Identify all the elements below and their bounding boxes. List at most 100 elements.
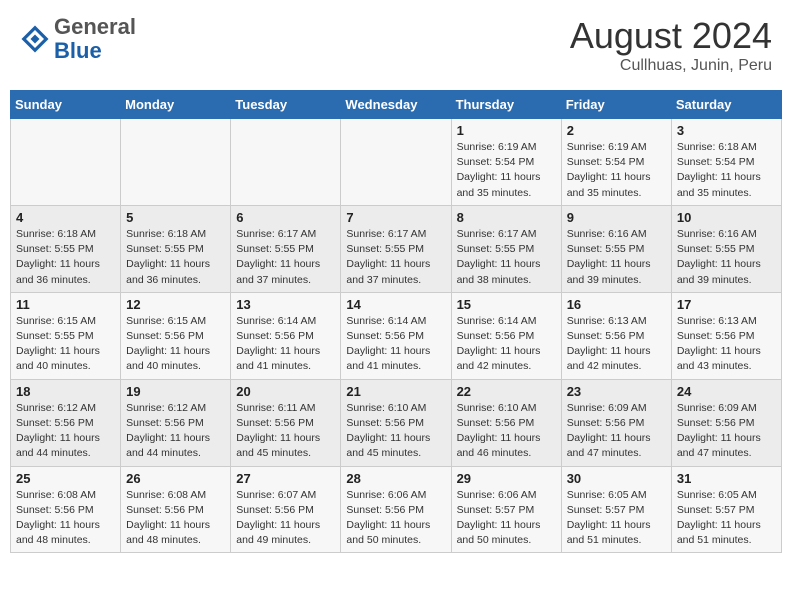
day-info: Sunrise: 6:13 AMSunset: 5:56 PMDaylight:… (677, 314, 776, 375)
day-number: 30 (567, 471, 666, 486)
calendar-week-row: 18 Sunrise: 6:12 AMSunset: 5:56 PMDayligh… (11, 379, 782, 466)
day-info: Sunrise: 6:06 AMSunset: 5:57 PMDaylight:… (457, 488, 556, 549)
calendar-cell: 11 Sunrise: 6:15 AMSunset: 5:55 PMDayligh… (11, 292, 121, 379)
calendar-cell: 4 Sunrise: 6:18 AMSunset: 5:55 PMDaylight… (11, 205, 121, 292)
day-number: 24 (677, 384, 776, 399)
day-info: Sunrise: 6:18 AMSunset: 5:55 PMDaylight:… (16, 227, 115, 288)
day-of-week-header: Tuesday (231, 91, 341, 119)
calendar-cell (341, 119, 451, 206)
day-number: 8 (457, 210, 556, 225)
day-number: 18 (16, 384, 115, 399)
calendar-cell: 3 Sunrise: 6:18 AMSunset: 5:54 PMDaylight… (671, 119, 781, 206)
day-number: 16 (567, 297, 666, 312)
calendar-cell: 24 Sunrise: 6:09 AMSunset: 5:56 PMDayligh… (671, 379, 781, 466)
day-number: 23 (567, 384, 666, 399)
page-header: General Blue August 2024 Cullhuas, Junin… (10, 10, 782, 80)
day-info: Sunrise: 6:17 AMSunset: 5:55 PMDaylight:… (346, 227, 445, 288)
day-number: 17 (677, 297, 776, 312)
day-info: Sunrise: 6:11 AMSunset: 5:56 PMDaylight:… (236, 401, 335, 462)
day-number: 2 (567, 123, 666, 138)
day-info: Sunrise: 6:09 AMSunset: 5:56 PMDaylight:… (677, 401, 776, 462)
calendar-cell: 8 Sunrise: 6:17 AMSunset: 5:55 PMDaylight… (451, 205, 561, 292)
day-info: Sunrise: 6:08 AMSunset: 5:56 PMDaylight:… (16, 488, 115, 549)
day-number: 7 (346, 210, 445, 225)
day-info: Sunrise: 6:16 AMSunset: 5:55 PMDaylight:… (567, 227, 666, 288)
title-section: August 2024 Cullhuas, Junin, Peru (570, 15, 772, 75)
day-number: 25 (16, 471, 115, 486)
calendar-cell: 21Sunrise: 6:10 AMSunset: 5:56 PMDayligh… (341, 379, 451, 466)
calendar-cell: 26Sunrise: 6:08 AMSunset: 5:56 PMDayligh… (121, 466, 231, 553)
day-info: Sunrise: 6:14 AMSunset: 5:56 PMDaylight:… (346, 314, 445, 375)
logo-general: General (54, 14, 136, 39)
day-info: Sunrise: 6:15 AMSunset: 5:56 PMDaylight:… (126, 314, 225, 375)
day-number: 10 (677, 210, 776, 225)
calendar-cell: 31Sunrise: 6:05 AMSunset: 5:57 PMDayligh… (671, 466, 781, 553)
calendar-cell: 7 Sunrise: 6:17 AMSunset: 5:55 PMDaylight… (341, 205, 451, 292)
calendar-cell: 28 Sunrise: 6:06 AMSunset: 5:56 PMDayligh… (341, 466, 451, 553)
calendar-cell: 13 Sunrise: 6:14 AMSunset: 5:56 PMDayligh… (231, 292, 341, 379)
day-number: 27 (236, 471, 335, 486)
day-of-week-header: Sunday (11, 91, 121, 119)
day-number: 28 (346, 471, 445, 486)
calendar-cell: 10 Sunrise: 6:16 AMSunset: 5:55 PMDayligh… (671, 205, 781, 292)
logo-blue: Blue (54, 38, 102, 63)
calendar-cell: 23 Sunrise: 6:09 AMSunset: 5:56 PMDayligh… (561, 379, 671, 466)
day-info: Sunrise: 6:15 AMSunset: 5:55 PMDaylight:… (16, 314, 115, 375)
logo: General Blue (20, 15, 136, 63)
day-info: Sunrise: 6:14 AMSunset: 5:56 PMDaylight:… (236, 314, 335, 375)
calendar-cell: 14 Sunrise: 6:14 AMSunset: 5:56 PMDayligh… (341, 292, 451, 379)
day-info: Sunrise: 6:17 AMSunset: 5:55 PMDaylight:… (457, 227, 556, 288)
calendar-body: 1 Sunrise: 6:19 AMSunset: 5:54 PMDaylight… (11, 119, 782, 553)
calendar-cell (121, 119, 231, 206)
calendar-cell: 9 Sunrise: 6:16 AMSunset: 5:55 PMDaylight… (561, 205, 671, 292)
calendar-cell: 12 Sunrise: 6:15 AMSunset: 5:56 PMDayligh… (121, 292, 231, 379)
calendar-cell: 19Sunrise: 6:12 AMSunset: 5:56 PMDayligh… (121, 379, 231, 466)
day-number: 15 (457, 297, 556, 312)
calendar-cell: 5Sunrise: 6:18 AMSunset: 5:55 PMDaylight… (121, 205, 231, 292)
day-number: 9 (567, 210, 666, 225)
day-of-week-header: Thursday (451, 91, 561, 119)
calendar-cell: 25 Sunrise: 6:08 AMSunset: 5:56 PMDayligh… (11, 466, 121, 553)
calendar-week-row: 1 Sunrise: 6:19 AMSunset: 5:54 PMDaylight… (11, 119, 782, 206)
calendar-cell: 30Sunrise: 6:05 AMSunset: 5:57 PMDayligh… (561, 466, 671, 553)
logo-icon (20, 24, 50, 54)
day-info: Sunrise: 6:19 AMSunset: 5:54 PMDaylight:… (567, 140, 666, 201)
calendar-cell: 17 Sunrise: 6:13 AMSunset: 5:56 PMDayligh… (671, 292, 781, 379)
day-info: Sunrise: 6:07 AMSunset: 5:56 PMDaylight:… (236, 488, 335, 549)
calendar-week-row: 11 Sunrise: 6:15 AMSunset: 5:55 PMDayligh… (11, 292, 782, 379)
calendar-table: SundayMondayTuesdayWednesdayThursdayFrid… (10, 90, 782, 553)
location: Cullhuas, Junin, Peru (570, 57, 772, 75)
calendar-cell: 1 Sunrise: 6:19 AMSunset: 5:54 PMDaylight… (451, 119, 561, 206)
day-info: Sunrise: 6:10 AMSunset: 5:56 PMDaylight:… (346, 401, 445, 462)
day-number: 12 (126, 297, 225, 312)
calendar-cell: 20 Sunrise: 6:11 AMSunset: 5:56 PMDayligh… (231, 379, 341, 466)
day-number: 14 (346, 297, 445, 312)
day-info: Sunrise: 6:09 AMSunset: 5:56 PMDaylight:… (567, 401, 666, 462)
day-info: Sunrise: 6:18 AMSunset: 5:55 PMDaylight:… (126, 227, 225, 288)
calendar-week-row: 4 Sunrise: 6:18 AMSunset: 5:55 PMDaylight… (11, 205, 782, 292)
day-number: 20 (236, 384, 335, 399)
day-info: Sunrise: 6:16 AMSunset: 5:55 PMDaylight:… (677, 227, 776, 288)
calendar-cell (11, 119, 121, 206)
day-number: 3 (677, 123, 776, 138)
calendar-week-row: 25 Sunrise: 6:08 AMSunset: 5:56 PMDayligh… (11, 466, 782, 553)
calendar-cell: 6Sunrise: 6:17 AMSunset: 5:55 PMDaylight… (231, 205, 341, 292)
day-of-week-header: Monday (121, 91, 231, 119)
day-info: Sunrise: 6:19 AMSunset: 5:54 PMDaylight:… (457, 140, 556, 201)
day-info: Sunrise: 6:12 AMSunset: 5:56 PMDaylight:… (126, 401, 225, 462)
day-info: Sunrise: 6:10 AMSunset: 5:56 PMDaylight:… (457, 401, 556, 462)
day-number: 1 (457, 123, 556, 138)
day-info: Sunrise: 6:06 AMSunset: 5:56 PMDaylight:… (346, 488, 445, 549)
day-number: 6 (236, 210, 335, 225)
days-header-row: SundayMondayTuesdayWednesdayThursdayFrid… (11, 91, 782, 119)
day-number: 13 (236, 297, 335, 312)
day-of-week-header: Wednesday (341, 91, 451, 119)
day-info: Sunrise: 6:18 AMSunset: 5:54 PMDaylight:… (677, 140, 776, 201)
calendar-cell: 16Sunrise: 6:13 AMSunset: 5:56 PMDayligh… (561, 292, 671, 379)
day-number: 11 (16, 297, 115, 312)
day-number: 22 (457, 384, 556, 399)
day-info: Sunrise: 6:14 AMSunset: 5:56 PMDaylight:… (457, 314, 556, 375)
day-number: 4 (16, 210, 115, 225)
logo-text: General Blue (54, 15, 136, 63)
day-info: Sunrise: 6:05 AMSunset: 5:57 PMDaylight:… (677, 488, 776, 549)
